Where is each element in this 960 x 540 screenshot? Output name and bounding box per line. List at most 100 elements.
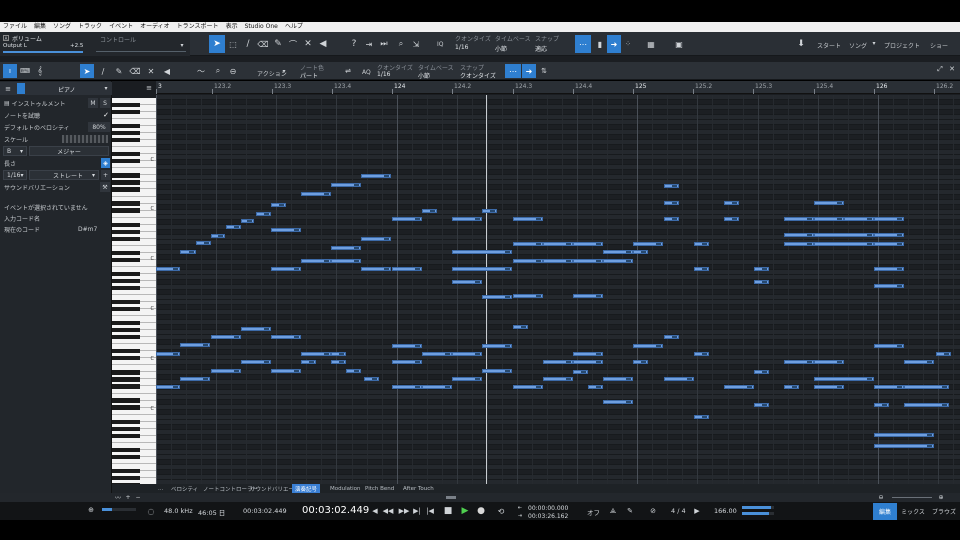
midi-note[interactable] [543,360,573,364]
mute-tool-icon[interactable]: ✕ [301,35,315,53]
black-key[interactable] [112,187,140,192]
midi-note[interactable] [754,403,769,407]
black-key[interactable] [112,180,140,185]
midi-note[interactable] [754,370,769,374]
black-key[interactable] [112,349,140,354]
aq-label[interactable]: AQ [362,69,371,76]
loop-zoom-icon[interactable]: ⇲ [410,35,422,53]
timebase-value[interactable]: 小節 [495,44,507,53]
snap-grid-icon[interactable]: ▮ [594,35,606,53]
automation-icon[interactable]: A [3,35,9,41]
editor-quantize-value[interactable]: 1/16 [377,71,390,78]
midi-note[interactable] [482,344,512,348]
rewind-start-icon[interactable]: ◀ [370,505,380,517]
forward-icon[interactable]: ▶▶ [398,505,410,517]
midi-note[interactable] [724,217,739,221]
loop-icon[interactable]: ⟲ [494,505,508,517]
instrument-dropdown-icon[interactable]: ▾ [102,84,110,93]
midi-note[interactable] [633,250,648,254]
midi-note[interactable] [573,360,603,364]
midi-note[interactable] [633,344,663,348]
ruler-menu-icon[interactable]: ≡ [144,83,154,92]
midi-note[interactable] [301,192,331,196]
black-key[interactable] [112,475,140,481]
black-key[interactable] [112,124,140,129]
black-key[interactable] [112,454,140,459]
midi-note[interactable] [874,217,904,221]
lane-tab[interactable]: 演奏記号 [292,484,321,493]
zoom-icon[interactable]: ⌕ [395,35,407,53]
black-key[interactable] [112,138,140,143]
listen-tool-icon[interactable]: ◀ [316,35,330,53]
midi-note[interactable] [814,233,874,237]
midi-note[interactable] [180,343,210,347]
midi-note[interactable] [271,369,301,373]
skip-icon[interactable]: ⏭ [378,35,390,53]
bend-tool-icon[interactable]: ⌒ [286,35,300,53]
menu-item-4[interactable]: イベント [109,22,133,32]
film-icon[interactable]: ▣ [673,35,685,53]
score-icon[interactable]: 𝄞 [34,64,46,78]
midi-note[interactable] [392,217,422,221]
black-key[interactable] [112,370,140,375]
settings-icon[interactable]: ✎ [625,505,635,517]
editor-scroll-icon[interactable]: ⇅ [538,64,550,78]
black-key[interactable] [112,208,140,213]
black-key[interactable] [112,285,140,291]
menu-item-9[interactable]: ヘルプ [285,22,303,32]
midi-note[interactable] [874,242,904,246]
midi-note[interactable] [664,217,679,221]
action-dropdown-icon[interactable]: ▾ [280,66,288,76]
black-key[interactable] [112,335,140,340]
punch-off[interactable]: オフ [587,507,600,517]
black-key[interactable] [112,250,140,255]
arrow-tool-icon[interactable]: ➤ [209,35,225,53]
midi-note[interactable] [603,377,633,381]
midi-note[interactable] [211,369,241,373]
midi-note[interactable] [301,352,331,356]
midi-note[interactable] [452,352,482,356]
black-key[interactable] [112,257,140,262]
midi-note[interactable] [936,352,951,356]
black-key[interactable] [112,419,140,424]
midi-note[interactable] [364,377,379,381]
midi-note[interactable] [482,295,512,299]
length-plus-icon[interactable]: + [101,170,110,180]
black-key[interactable] [112,398,140,403]
remove-lane-icon[interactable]: − [134,493,142,502]
snap-marker-icon[interactable]: ⇥ [363,35,375,53]
lanes-more-button[interactable]: ... [155,484,166,493]
length-toggle-icon[interactable]: ◈ [101,158,110,168]
scale-type-dropdown[interactable]: メジャー [29,146,109,156]
menu-item-3[interactable]: トラック [78,22,102,32]
tempo-follow-icon[interactable]: ⊘ [648,505,658,517]
midi-note[interactable] [422,352,452,356]
note-preview-check-icon[interactable]: ✓ [102,110,110,120]
black-key[interactable] [112,384,140,389]
menu-icon[interactable]: ≡ [3,84,13,93]
midi-note[interactable] [874,403,889,407]
midi-note[interactable] [784,385,799,389]
scroll-icon[interactable]: ⁘ [622,35,634,53]
midi-note[interactable] [874,444,934,448]
note-color-icon[interactable]: ⇌ [343,64,353,78]
project-button[interactable]: プロジェクト [884,41,920,50]
snap-toggle-icon[interactable]: ⋯ [575,35,591,53]
midi-note[interactable] [904,360,934,364]
song-dropdown-icon[interactable]: ▾ [870,38,878,48]
black-key[interactable] [112,109,140,115]
midi-note[interactable] [603,250,633,254]
close-icon[interactable]: ✕ [947,64,957,74]
stop-icon[interactable]: ■ [442,505,454,517]
midi-note[interactable] [814,242,874,246]
layout-icon[interactable]: ▦ [643,35,659,53]
midi-note[interactable] [664,377,694,381]
editor-eraser-icon[interactable]: ⌫ [129,64,141,78]
editor-follow-icon[interactable]: ➜ [522,64,536,78]
midi-note[interactable] [513,385,543,389]
midi-note[interactable] [784,360,814,364]
midi-note[interactable] [482,209,497,213]
midi-note[interactable] [724,201,739,205]
zoom-out-icon[interactable]: ⊖ [877,493,885,502]
midi-note[interactable] [452,280,482,284]
